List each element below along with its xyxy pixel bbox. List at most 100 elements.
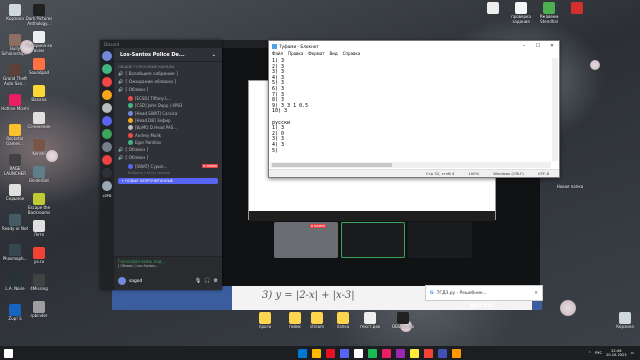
server-icon[interactable] [102, 155, 112, 165]
app-icon [33, 220, 45, 232]
app-icon [9, 34, 21, 46]
desktop-icon[interactable]: Soundpad [24, 58, 54, 76]
browser-notification[interactable]: G 7ГДЗ.ру - Решебник... ✕ [425, 285, 543, 301]
voice-channel[interactable]: 🔊[ Обзвон ] [114, 154, 222, 162]
avatar[interactable] [118, 277, 126, 285]
desktop-icon[interactable]: rpbinder [24, 301, 54, 319]
taskbar-app-icon[interactable] [396, 348, 405, 358]
math-problem-text: 3) y = |2-x| + |x-3| [262, 290, 355, 301]
minimize-icon[interactable]: – [517, 43, 531, 49]
voice-channel[interactable]: 🔊[ Всеобщее собрание ] [114, 70, 222, 78]
taskbar-app-icon[interactable] [298, 348, 307, 358]
desktop-icon[interactable]: папка [328, 312, 358, 330]
channel-name: [ Ожидание обзвона ] [125, 79, 177, 85]
desktop-icon[interactable]: Ржавеем Stendhal [534, 2, 564, 24]
notepad-text-area[interactable]: 1) 3 2) 3 3) 3 4) 3 5) 3 6) 3 7) 3 8) 3 9) 3 3 1… [270, 58, 551, 161]
avatar [128, 132, 133, 138]
headphones-icon[interactable]: 🎧 [204, 278, 210, 284]
voice-channel[interactable]: 🔊[ Обзвон ] [114, 86, 222, 94]
vertical-scrollbar[interactable] [552, 58, 558, 161]
taskbar-app-icon[interactable] [354, 348, 363, 358]
menu-item[interactable]: Справка [343, 51, 361, 57]
menu-item[interactable]: Формат [308, 51, 324, 57]
server-icon[interactable] [102, 142, 112, 152]
taskbar-app-icon[interactable] [340, 348, 349, 358]
notification-icon[interactable]: ▭ [631, 351, 634, 355]
desktop-icon-label: Корзина [6, 16, 24, 21]
server-icon[interactable] [102, 168, 112, 178]
desktop-icon[interactable]: Kenshi [24, 139, 54, 157]
taskbar-app-icon[interactable] [312, 348, 321, 358]
desktop-icon[interactable]: ya.ru [24, 247, 54, 265]
voice-member[interactable]: [ECSD] Tiffany L... [114, 95, 222, 102]
server-icon[interactable] [102, 129, 112, 139]
server-icon[interactable] [102, 90, 112, 100]
voice-channel[interactable]: 🔊[ Обзвон ] [114, 146, 222, 154]
voice-member[interactable]: [CSD] John Dapp | 4P83 [114, 102, 222, 109]
desktop-icon[interactable]: BinderBot [24, 166, 54, 184]
channel-category[interactable]: ОБЩИЕ ГОЛОСОВЫЕ КАНАЛЫ [114, 62, 222, 70]
server-icon[interactable] [102, 116, 112, 126]
voice-member[interactable]: [Head.SWAT] Carvica [114, 109, 222, 116]
guild-header[interactable]: Los-Santos Police De... ⌄ [114, 48, 222, 62]
clock[interactable]: 22:46 20.10.2023 [606, 349, 627, 357]
horizontal-scrollbar[interactable] [270, 162, 551, 168]
desktop-icon-label: RAGE LAUNCHER [3, 166, 27, 176]
taskbar-app-icon[interactable] [410, 348, 419, 358]
taskbar-app-icon[interactable] [452, 348, 461, 358]
desktop-icon[interactable]: текст.док [355, 312, 385, 330]
server-icon[interactable] [102, 181, 112, 191]
server-icon[interactable] [102, 51, 112, 61]
desktop-icon[interactable]: Сочинение [24, 112, 54, 130]
menu-item[interactable]: Правка [288, 51, 303, 57]
desktop-icon[interactable] [562, 2, 592, 15]
member-name: Egor Pantilov [135, 140, 162, 145]
desktop-icon[interactable]: 4Missing [24, 274, 54, 292]
scrollbar-thumb[interactable] [272, 163, 392, 167]
maximize-icon[interactable]: ☐ [531, 43, 545, 49]
voice-member[interactable]: Egor Pantilov [114, 139, 222, 146]
desktop-icon[interactable]: проверка задания [506, 2, 536, 24]
taskbar-app-icon[interactable] [424, 348, 433, 358]
desktop-icon[interactable]: Лето [24, 220, 54, 238]
menu-item[interactable]: Файл [272, 51, 283, 57]
voice-member[interactable]: [BpMO D.Head PAS... [114, 124, 222, 131]
chevron-up-icon[interactable]: ^ [588, 351, 591, 355]
desktop-icon-label: 4Missing [30, 286, 48, 291]
desktop-icon[interactable]: Banana [24, 85, 54, 103]
voice-member[interactable]: Andrey Mulik [114, 131, 222, 138]
server-icon[interactable] [102, 103, 112, 113]
taskbar-app-icon[interactable] [368, 348, 377, 358]
voice-channel-name[interactable]: [ Обзвон | Los-Santos... [118, 264, 218, 268]
menu-item[interactable]: Вид [330, 51, 338, 57]
windows-start-icon[interactable] [4, 348, 13, 358]
live-member[interactable]: [SWAT] Сурил... В ЭФИРЕ [114, 163, 222, 170]
language-indicator[interactable]: РУС [595, 351, 602, 355]
desktop-icon[interactable]: Катерина ко всем [24, 31, 54, 53]
server-icon[interactable] [102, 64, 112, 74]
taskbar-app-icon[interactable] [326, 348, 335, 358]
close-icon[interactable]: ✕ [534, 291, 538, 296]
desktop-icon[interactable]: OBS Studio [388, 312, 418, 330]
desktop-icon[interactable]: проги [250, 312, 280, 330]
notepad-window: 7уфами - Блокнот – ☐ ✕ Файл Правка Формат В… [268, 40, 560, 178]
taskbar-app-icon[interactable] [438, 348, 447, 358]
voice-channel[interactable]: 🔊[ Ожидание обзвона ] [114, 78, 222, 86]
text-line: 5) [272, 147, 279, 154]
notepad-titlebar[interactable]: 7уфами - Блокнот – ☐ ✕ [269, 41, 559, 51]
taskbar-app-icon[interactable] [382, 348, 391, 358]
desktop-icon[interactable] [478, 2, 508, 15]
avatar [128, 140, 133, 145]
stream-thumbnail[interactable]: В ЭФИРЕ [274, 222, 338, 258]
new-unread-pill[interactable]: + НОВЫЕ НЕПРОЧИТАННЫЕ [118, 178, 218, 185]
voice-member[interactable]: [Head.DB] Зефир [114, 117, 222, 124]
desktop-icon[interactable]: Escape the Backrooms [24, 193, 54, 215]
desktop-icon[interactable]: Dark Pictures Anthology... [24, 4, 54, 26]
gear-icon[interactable]: ⚙ [214, 278, 218, 284]
stream-thumbnail[interactable] [341, 222, 405, 258]
desktop-icon[interactable]: Корзина [610, 312, 640, 330]
server-icon[interactable] [102, 77, 112, 87]
microphone-icon[interactable]: 🎙 [195, 278, 201, 284]
close-icon[interactable]: ✕ [545, 43, 559, 49]
stream-thumbnail[interactable] [408, 222, 472, 258]
